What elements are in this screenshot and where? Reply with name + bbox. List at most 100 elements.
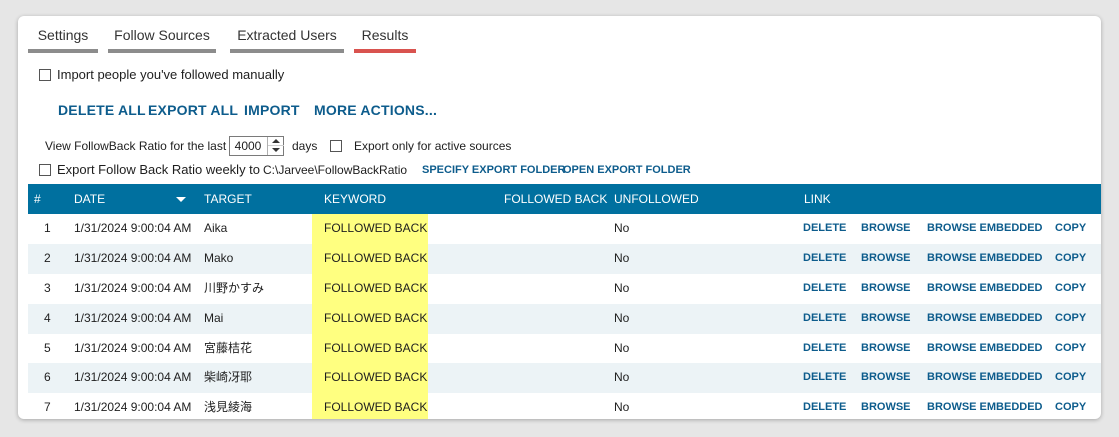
col-link[interactable]: LINK — [804, 184, 831, 214]
import-button[interactable]: IMPORT — [244, 102, 300, 118]
row-browse-embedded-link[interactable]: BROWSE EMBEDDED — [927, 363, 1043, 392]
row-target: Mai — [204, 310, 224, 325]
row-browse-link[interactable]: BROWSE — [861, 334, 911, 363]
open-export-folder-link[interactable]: OPEN EXPORT FOLDER — [563, 164, 691, 176]
col-followed-back[interactable]: FOLLOWED BACK — [504, 184, 607, 214]
tab-extracted-users[interactable]: Extracted Users — [230, 26, 344, 53]
row-copy-link[interactable]: COPY — [1055, 393, 1086, 419]
table-row[interactable]: 7 1/31/2024 9:00:04 AM 浅見綾海 FOLLOWED BAC… — [28, 393, 1101, 419]
row-date: 1/31/2024 9:00:04 AM — [74, 370, 192, 385]
row-unfollowed: No — [614, 370, 630, 385]
col-keyword[interactable]: KEYWORD — [324, 184, 386, 214]
row-copy-link[interactable]: COPY — [1055, 363, 1086, 392]
row-num: 2 — [44, 250, 51, 265]
row-date: 1/31/2024 9:00:04 AM — [74, 280, 192, 295]
row-target: Mako — [204, 250, 234, 265]
row-keyword: FOLLOWED BACK — [312, 214, 428, 244]
days-suffix-label: days — [292, 139, 318, 153]
active-sources-checkbox[interactable] — [330, 140, 342, 152]
row-num: 4 — [44, 310, 51, 325]
row-keyword: FOLLOWED BACK — [312, 273, 428, 304]
row-keyword: FOLLOWED BACK — [312, 333, 428, 364]
row-delete-link[interactable]: DELETE — [803, 393, 846, 419]
row-browse-embedded-link[interactable]: BROWSE EMBEDDED — [927, 334, 1043, 363]
row-browse-embedded-link[interactable]: BROWSE EMBEDDED — [927, 244, 1043, 273]
tab-follow-sources[interactable]: Follow Sources — [108, 26, 216, 53]
row-unfollowed: No — [614, 221, 630, 235]
col-date[interactable]: DATE — [74, 184, 105, 214]
export-all-button[interactable]: EXPORT ALL — [148, 102, 238, 118]
row-num: 5 — [44, 340, 51, 355]
row-target: 川野かすみ — [204, 280, 265, 295]
col-num[interactable]: # — [34, 184, 41, 214]
col-target[interactable]: TARGET — [204, 184, 252, 214]
table-body: 1 1/31/2024 9:00:04 AM Aika FOLLOWED BAC… — [28, 214, 1101, 419]
row-browse-link[interactable]: BROWSE — [861, 244, 911, 273]
table-row[interactable]: 1 1/31/2024 9:00:04 AM Aika FOLLOWED BAC… — [28, 214, 1101, 244]
row-delete-link[interactable]: DELETE — [803, 363, 846, 392]
tab-settings[interactable]: Settings — [28, 26, 98, 53]
row-target: 宮藤桔花 — [204, 340, 253, 355]
row-delete-link[interactable]: DELETE — [803, 214, 846, 243]
weekly-export-label: Export Follow Back Ratio weekly to — [57, 162, 261, 177]
row-num: 7 — [44, 400, 51, 415]
row-delete-link[interactable]: DELETE — [803, 274, 846, 303]
row-unfollowed: No — [614, 340, 630, 355]
sort-desc-icon[interactable] — [176, 197, 186, 202]
row-date: 1/31/2024 9:00:04 AM — [74, 250, 192, 265]
row-num: 1 — [44, 221, 51, 235]
row-unfollowed: No — [614, 310, 630, 325]
row-browse-embedded-link[interactable]: BROWSE EMBEDDED — [927, 393, 1043, 419]
table-row[interactable]: 2 1/31/2024 9:00:04 AM Mako FOLLOWED BAC… — [28, 243, 1101, 274]
import-manual-label: Import people you've followed manually — [57, 67, 285, 82]
row-browse-embedded-link[interactable]: BROWSE EMBEDDED — [927, 304, 1043, 333]
row-target: Aika — [204, 221, 228, 235]
tab-results[interactable]: Results — [354, 26, 416, 53]
row-keyword: FOLLOWED BACK — [312, 363, 428, 394]
row-delete-link[interactable]: DELETE — [803, 334, 846, 363]
table-row[interactable]: 4 1/31/2024 9:00:04 AM Mai FOLLOWED BACK… — [28, 303, 1101, 334]
row-copy-link[interactable]: COPY — [1055, 214, 1086, 243]
row-copy-link[interactable]: COPY — [1055, 304, 1086, 333]
row-date: 1/31/2024 9:00:04 AM — [74, 221, 192, 235]
days-input[interactable] — [230, 137, 266, 155]
arrow-down-icon — [272, 148, 280, 152]
row-unfollowed: No — [614, 280, 630, 295]
arrow-up-icon — [272, 139, 280, 143]
specify-export-folder-link[interactable]: SPECIFY EXPORT FOLDER — [422, 164, 565, 176]
row-copy-link[interactable]: COPY — [1055, 334, 1086, 363]
row-browse-link[interactable]: BROWSE — [861, 363, 911, 392]
row-num: 6 — [44, 370, 51, 385]
decrement-button[interactable] — [268, 146, 284, 155]
row-browse-link[interactable]: BROWSE — [861, 393, 911, 419]
weekly-export-checkbox[interactable] — [39, 164, 51, 176]
more-actions-button[interactable]: MORE ACTIONS... — [314, 102, 437, 118]
table-header: # DATE TARGET KEYWORD FOLLOWED BACK UNFO… — [28, 184, 1101, 214]
row-keyword: FOLLOWED BACK — [312, 243, 428, 274]
row-browse-link[interactable]: BROWSE — [861, 274, 911, 303]
col-unfollowed[interactable]: UNFOLLOWED — [614, 184, 699, 214]
row-delete-link[interactable]: DELETE — [803, 244, 846, 273]
row-browse-link[interactable]: BROWSE — [861, 304, 911, 333]
table-row[interactable]: 6 1/31/2024 9:00:04 AM 柴崎冴耶 FOLLOWED BAC… — [28, 363, 1101, 394]
row-delete-link[interactable]: DELETE — [803, 304, 846, 333]
row-date: 1/31/2024 9:00:04 AM — [74, 310, 192, 325]
import-manual-checkbox[interactable] — [39, 69, 51, 81]
row-keyword: FOLLOWED BACK — [312, 303, 428, 334]
increment-button[interactable] — [268, 137, 284, 146]
row-date: 1/31/2024 9:00:04 AM — [74, 400, 192, 415]
delete-all-button[interactable]: DELETE ALL — [58, 102, 146, 118]
row-browse-embedded-link[interactable]: BROWSE EMBEDDED — [927, 214, 1043, 243]
row-unfollowed: No — [614, 400, 630, 415]
export-path: C:\Jarvee\FollowBackRatio — [263, 163, 408, 177]
row-browse-link[interactable]: BROWSE — [861, 214, 911, 243]
days-stepper[interactable] — [229, 136, 284, 156]
row-copy-link[interactable]: COPY — [1055, 274, 1086, 303]
table-row[interactable]: 3 1/31/2024 9:00:04 AM 川野かすみ FOLLOWED BA… — [28, 273, 1101, 304]
row-browse-embedded-link[interactable]: BROWSE EMBEDDED — [927, 274, 1043, 303]
results-panel: Settings Follow Sources Extracted Users … — [18, 16, 1101, 419]
table-row[interactable]: 5 1/31/2024 9:00:04 AM 宮藤桔花 FOLLOWED BAC… — [28, 333, 1101, 364]
days-stepper-buttons — [267, 137, 284, 155]
row-copy-link[interactable]: COPY — [1055, 244, 1086, 273]
ratio-prefix-label: View FollowBack Ratio for the last — [45, 139, 227, 153]
